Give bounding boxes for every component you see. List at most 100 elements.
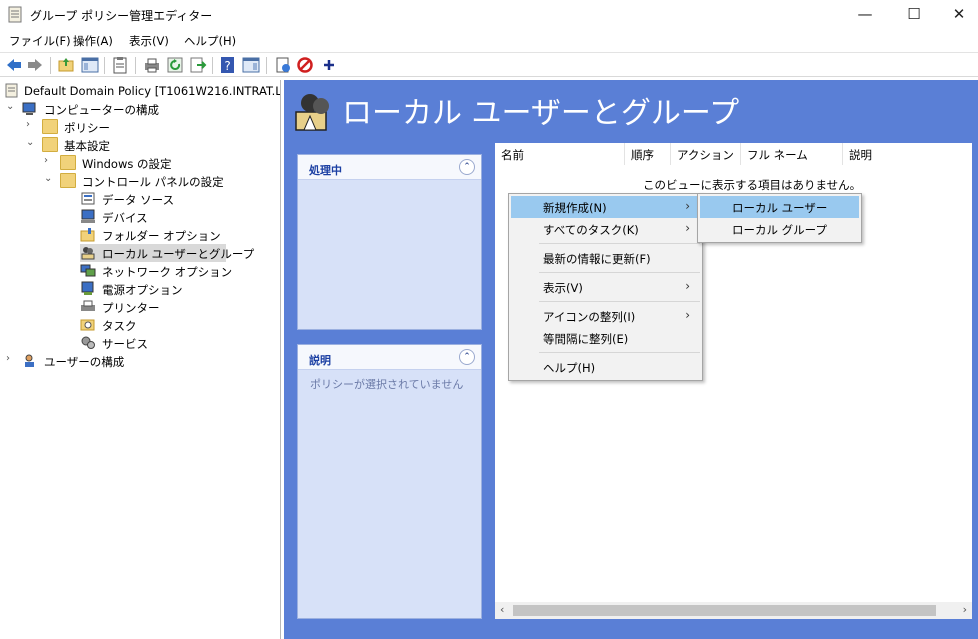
close-button[interactable]: ✕ bbox=[936, 0, 978, 30]
stop-icon[interactable] bbox=[296, 56, 314, 74]
tree-windows-settings[interactable]: › Windows の設定 bbox=[44, 154, 244, 172]
folder-options-icon bbox=[80, 228, 95, 242]
processing-panel: 処理中 ⌃ bbox=[297, 154, 482, 330]
control-panel-folder-icon bbox=[60, 173, 76, 188]
column-header-name[interactable]: 名前 bbox=[495, 143, 625, 165]
folder-icon bbox=[60, 155, 76, 170]
chevron-down-icon[interactable]: ⌄ bbox=[44, 173, 54, 184]
menu-separator bbox=[539, 243, 700, 244]
chevron-right-icon[interactable]: › bbox=[6, 353, 16, 364]
tree-folder-options[interactable]: フォルダー オプション bbox=[80, 226, 221, 244]
show-hide-tree-icon[interactable] bbox=[81, 56, 99, 74]
menu-file[interactable]: ファイル(F) bbox=[9, 33, 71, 49]
column-header-description[interactable]: 説明 bbox=[843, 143, 972, 165]
toolbar: ? bbox=[0, 52, 978, 77]
column-header-action[interactable]: アクション bbox=[671, 143, 741, 165]
submenu-arrow-icon: › bbox=[685, 199, 690, 213]
print-icon[interactable] bbox=[143, 56, 161, 74]
computer-icon bbox=[22, 102, 36, 115]
collapse-icon[interactable]: ⌃ bbox=[459, 159, 475, 175]
context-menu: 新規作成(N) › すべてのタスク(K) › 最新の情報に更新(F) 表示(V)… bbox=[508, 193, 703, 381]
chevron-down-icon[interactable]: ⌄ bbox=[26, 137, 36, 148]
page-title: ローカル ユーザーとグループ bbox=[342, 96, 740, 131]
network-icon bbox=[80, 264, 96, 277]
svg-text:?: ? bbox=[224, 59, 230, 73]
tree-control-panel-settings[interactable]: ⌄ コントロール パネルの設定 bbox=[44, 172, 264, 190]
tree-power-options[interactable]: 電源オプション bbox=[80, 280, 220, 298]
tree-preferences[interactable]: ⌄ 基本設定 bbox=[26, 136, 226, 154]
gear-icon bbox=[81, 336, 95, 349]
forward-arrow-icon[interactable] bbox=[26, 56, 44, 74]
users-groups-icon bbox=[295, 94, 329, 131]
description-panel-title: 説明 bbox=[309, 354, 331, 367]
menu-item-all-tasks[interactable]: すべてのタスク(K) › bbox=[511, 218, 700, 240]
submenu-arrow-icon: › bbox=[685, 308, 690, 322]
chevron-right-icon[interactable]: › bbox=[26, 119, 36, 130]
tree-data-sources[interactable]: データ ソース bbox=[80, 190, 220, 208]
chevron-down-icon[interactable]: ⌄ bbox=[6, 101, 16, 112]
submenu-arrow-icon: › bbox=[685, 279, 690, 293]
menu-item-help[interactable]: ヘルプ(H) bbox=[511, 356, 700, 378]
title-bar: グループ ポリシー管理エディター — ☐ ✕ bbox=[0, 0, 978, 30]
tree-user-config[interactable]: › ユーザーの構成 bbox=[6, 352, 206, 370]
menu-separator bbox=[539, 352, 700, 353]
new-submenu: ローカル ユーザー ローカル グループ bbox=[697, 193, 862, 243]
tree-network-options[interactable]: ネットワーク オプション bbox=[80, 262, 232, 280]
column-header-fullname[interactable]: フル ネーム bbox=[741, 143, 843, 165]
minimize-button[interactable]: — bbox=[842, 0, 888, 30]
menu-item-new[interactable]: 新規作成(N) › bbox=[511, 196, 700, 218]
folder-icon bbox=[42, 137, 58, 152]
menu-item-line-up-icons[interactable]: 等間隔に整列(E) bbox=[511, 327, 700, 349]
menu-item-arrange-icons[interactable]: アイコンの整列(I) › bbox=[511, 305, 700, 327]
processing-panel-title: 処理中 bbox=[309, 164, 342, 177]
refresh-icon[interactable] bbox=[166, 56, 184, 74]
tree-devices[interactable]: デバイス bbox=[80, 208, 220, 226]
tree-services[interactable]: サービス bbox=[80, 334, 220, 352]
menu-item-local-group[interactable]: ローカル グループ bbox=[700, 218, 859, 240]
export-list-icon[interactable] bbox=[189, 56, 207, 74]
menu-item-view[interactable]: 表示(V) › bbox=[511, 276, 700, 298]
policy-icon bbox=[5, 83, 18, 98]
users-groups-icon bbox=[81, 247, 95, 260]
scroll-right-icon[interactable]: › bbox=[963, 603, 967, 616]
horizontal-scrollbar[interactable]: ‹ › bbox=[495, 602, 972, 619]
power-icon bbox=[81, 281, 94, 295]
chevron-right-icon[interactable]: › bbox=[44, 155, 54, 166]
menu-item-local-user[interactable]: ローカル ユーザー bbox=[700, 196, 859, 218]
add-icon[interactable] bbox=[320, 56, 338, 74]
task-icon bbox=[80, 319, 95, 331]
scroll-left-icon[interactable]: ‹ bbox=[500, 603, 504, 616]
properties-icon[interactable] bbox=[111, 56, 129, 74]
console-tree: Default Domain Policy [T1061W216.INTRAT.… bbox=[0, 80, 281, 639]
back-arrow-icon[interactable] bbox=[5, 56, 23, 74]
menu-help[interactable]: ヘルプ(H) bbox=[184, 33, 236, 49]
tree-computer-config[interactable]: ⌄ コンピューターの構成 bbox=[6, 100, 256, 118]
window-title: グループ ポリシー管理エディター bbox=[30, 9, 213, 23]
new-window-icon[interactable] bbox=[274, 56, 292, 74]
submenu-arrow-icon: › bbox=[685, 221, 690, 235]
menu-action[interactable]: 操作(A) bbox=[73, 33, 113, 49]
column-header-order[interactable]: 順序 bbox=[625, 143, 671, 165]
tree-policy[interactable]: › ポリシー bbox=[26, 118, 226, 136]
menu-separator bbox=[539, 301, 700, 302]
action-pane-icon[interactable] bbox=[242, 56, 260, 74]
help-icon[interactable]: ? bbox=[219, 56, 237, 74]
tree-local-users-groups[interactable]: ローカル ユーザーとグループ bbox=[80, 244, 254, 262]
printer-icon bbox=[81, 300, 95, 311]
tree-root[interactable]: Default Domain Policy [T1061W216.INTRAT.… bbox=[4, 82, 280, 100]
collapse-icon[interactable]: ⌃ bbox=[459, 349, 475, 365]
folder-icon bbox=[42, 119, 58, 134]
tree-tasks[interactable]: タスク bbox=[80, 316, 220, 334]
menu-separator bbox=[539, 272, 700, 273]
menu-view[interactable]: 表示(V) bbox=[129, 33, 169, 49]
empty-message: このビューに表示する項目はありません。 bbox=[643, 178, 862, 192]
tree-printers[interactable]: プリンター bbox=[80, 298, 220, 316]
description-text: ポリシーが選択されていません bbox=[310, 378, 464, 391]
gpo-editor-icon bbox=[8, 6, 22, 23]
user-icon bbox=[25, 354, 34, 367]
menu-item-refresh[interactable]: 最新の情報に更新(F) bbox=[511, 247, 700, 269]
description-panel: 説明 ⌃ ポリシーが選択されていません bbox=[297, 344, 482, 619]
up-folder-icon[interactable] bbox=[57, 56, 75, 74]
maximize-button[interactable]: ☐ bbox=[891, 0, 937, 30]
scroll-thumb[interactable] bbox=[513, 605, 936, 616]
